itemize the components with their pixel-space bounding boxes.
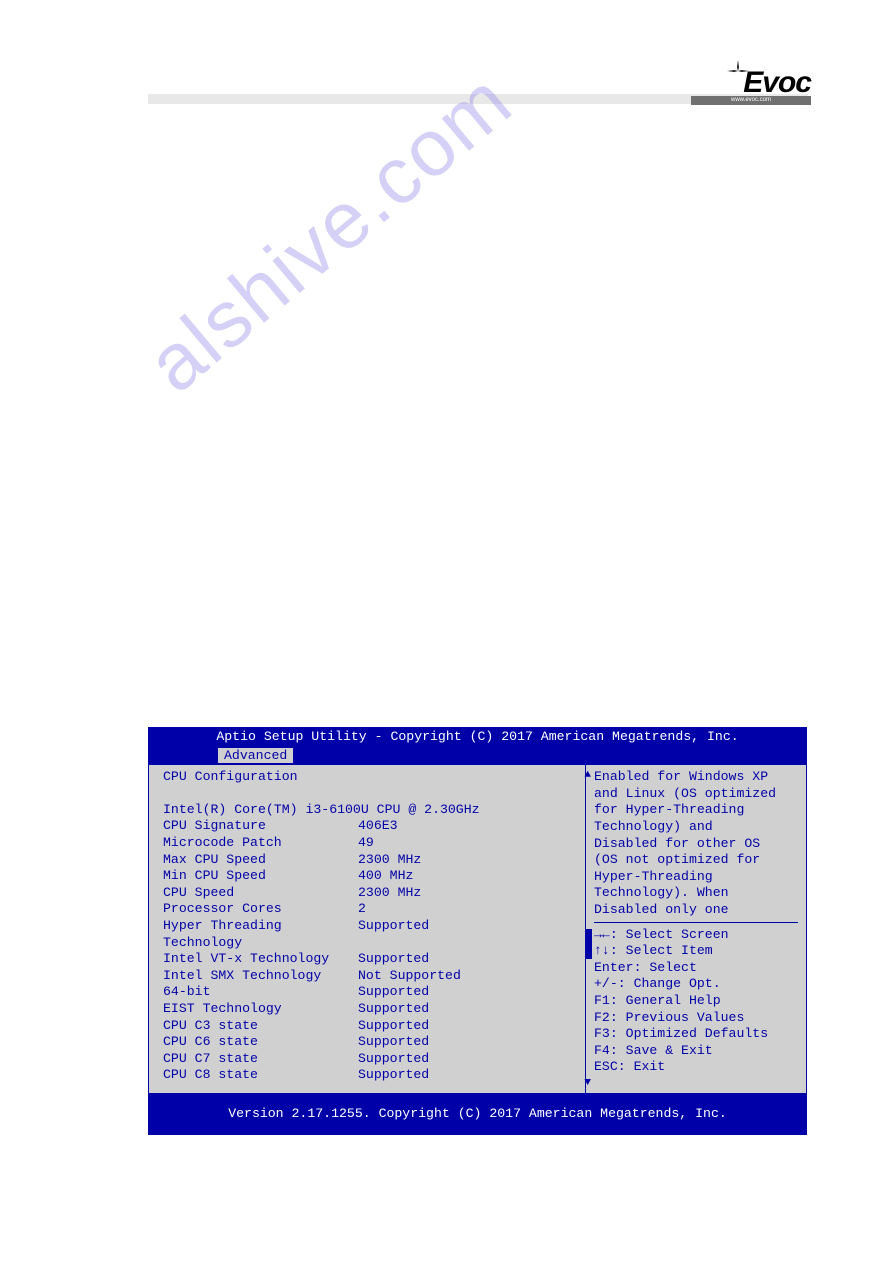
bios-info-row: Processor Cores2 bbox=[163, 901, 571, 918]
key-hint: ESC: Exit bbox=[594, 1059, 798, 1076]
info-value: 400 MHz bbox=[358, 868, 413, 885]
key-hint: F4: Save & Exit bbox=[594, 1043, 798, 1060]
bios-left-panel[interactable]: ▲ ▼ CPU Configuration Intel(R) Core(TM) … bbox=[149, 765, 586, 1093]
info-value: Supported bbox=[358, 1034, 429, 1051]
help-line: (OS not optimized for bbox=[594, 852, 798, 869]
bios-info-row: Intel VT-x TechnologySupported bbox=[163, 951, 571, 968]
help-line: for Hyper-Threading bbox=[594, 802, 798, 819]
help-line: Hyper-Threading bbox=[594, 869, 798, 886]
info-label: CPU Speed bbox=[163, 885, 358, 902]
info-label: CPU Signature bbox=[163, 818, 358, 835]
bios-screen: Aptio Setup Utility - Copyright (C) 2017… bbox=[148, 727, 807, 1135]
info-value: Not Supported bbox=[358, 968, 461, 985]
info-label: CPU C7 state bbox=[163, 1051, 358, 1068]
help-line: Enabled for Windows XP bbox=[594, 769, 798, 786]
info-value: 406E3 bbox=[358, 818, 398, 835]
help-line: Technology) and bbox=[594, 819, 798, 836]
info-value: Supported bbox=[358, 1018, 429, 1035]
info-value: 2300 MHz bbox=[358, 885, 421, 902]
help-line: Disabled only one bbox=[594, 902, 798, 919]
section-title: CPU Configuration bbox=[163, 769, 571, 786]
tab-advanced[interactable]: Advanced bbox=[218, 748, 293, 763]
bios-info-row: CPU C3 stateSupported bbox=[163, 1018, 571, 1035]
bios-footer: Version 2.17.1255. Copyright (C) 2017 Am… bbox=[148, 1104, 807, 1125]
help-line: Technology). When bbox=[594, 885, 798, 902]
bios-info-row: CPU C6 stateSupported bbox=[163, 1034, 571, 1051]
info-label: Technology bbox=[163, 935, 358, 952]
bios-info-row: CPU Signature406E3 bbox=[163, 818, 571, 835]
info-label: CPU C3 state bbox=[163, 1018, 358, 1035]
cpu-model: Intel(R) Core(TM) i3-6100U CPU @ 2.30GHz bbox=[163, 802, 571, 819]
bios-info-row: EIST TechnologySupported bbox=[163, 1001, 571, 1018]
logo: Evoc www.evoc.com bbox=[691, 60, 811, 105]
bios-right-panel: Enabled for Windows XPand Linux (OS opti… bbox=[586, 765, 806, 1093]
bios-info-row: Technology bbox=[163, 935, 571, 952]
bios-info-row: Intel SMX TechnologyNot Supported bbox=[163, 968, 571, 985]
info-value: Supported bbox=[358, 951, 429, 968]
bios-info-row: 64-bitSupported bbox=[163, 984, 571, 1001]
key-hint: ↑↓: Select Item bbox=[594, 943, 798, 960]
info-value: Supported bbox=[358, 1067, 429, 1084]
info-value: Supported bbox=[358, 984, 429, 1001]
watermark: alshive.com bbox=[130, 54, 530, 410]
info-label: EIST Technology bbox=[163, 1001, 358, 1018]
bios-info-row: Microcode Patch49 bbox=[163, 835, 571, 852]
info-value: 2 bbox=[358, 901, 366, 918]
key-hint: +/-: Change Opt. bbox=[594, 976, 798, 993]
bios-info-row: CPU C8 stateSupported bbox=[163, 1067, 571, 1084]
info-label: Min CPU Speed bbox=[163, 868, 358, 885]
bios-info-row: CPU C7 stateSupported bbox=[163, 1051, 571, 1068]
bios-info-row: Hyper ThreadingSupported bbox=[163, 918, 571, 935]
info-value: Supported bbox=[358, 1051, 429, 1068]
info-value: Supported bbox=[358, 918, 429, 935]
key-hint: →←: Select Screen bbox=[594, 927, 798, 944]
bios-info-row: Min CPU Speed400 MHz bbox=[163, 868, 571, 885]
info-label: 64-bit bbox=[163, 984, 358, 1001]
info-label: Max CPU Speed bbox=[163, 852, 358, 869]
bios-title: Aptio Setup Utility - Copyright (C) 2017… bbox=[148, 727, 807, 748]
info-value: Supported bbox=[358, 1001, 429, 1018]
key-hint: F3: Optimized Defaults bbox=[594, 1026, 798, 1043]
info-label: Intel SMX Technology bbox=[163, 968, 358, 985]
bios-tabs[interactable]: Advanced bbox=[148, 748, 807, 765]
bios-info-row: Max CPU Speed2300 MHz bbox=[163, 852, 571, 869]
info-label: CPU C6 state bbox=[163, 1034, 358, 1051]
info-value: 2300 MHz bbox=[358, 852, 421, 869]
info-value: 49 bbox=[358, 835, 374, 852]
key-hint: F2: Previous Values bbox=[594, 1010, 798, 1027]
help-line: and Linux (OS optimized bbox=[594, 786, 798, 803]
bios-info-row: CPU Speed2300 MHz bbox=[163, 885, 571, 902]
logo-text: Evoc bbox=[743, 66, 811, 100]
key-hint: Enter: Select bbox=[594, 960, 798, 977]
info-label: CPU C8 state bbox=[163, 1067, 358, 1084]
info-label: Microcode Patch bbox=[163, 835, 358, 852]
info-label: Intel VT-x Technology bbox=[163, 951, 358, 968]
key-hint: F1: General Help bbox=[594, 993, 798, 1010]
help-line: Disabled for other OS bbox=[594, 836, 798, 853]
info-label: Hyper Threading bbox=[163, 918, 358, 935]
info-label: Processor Cores bbox=[163, 901, 358, 918]
logo-url: www.evoc.com bbox=[691, 96, 811, 105]
